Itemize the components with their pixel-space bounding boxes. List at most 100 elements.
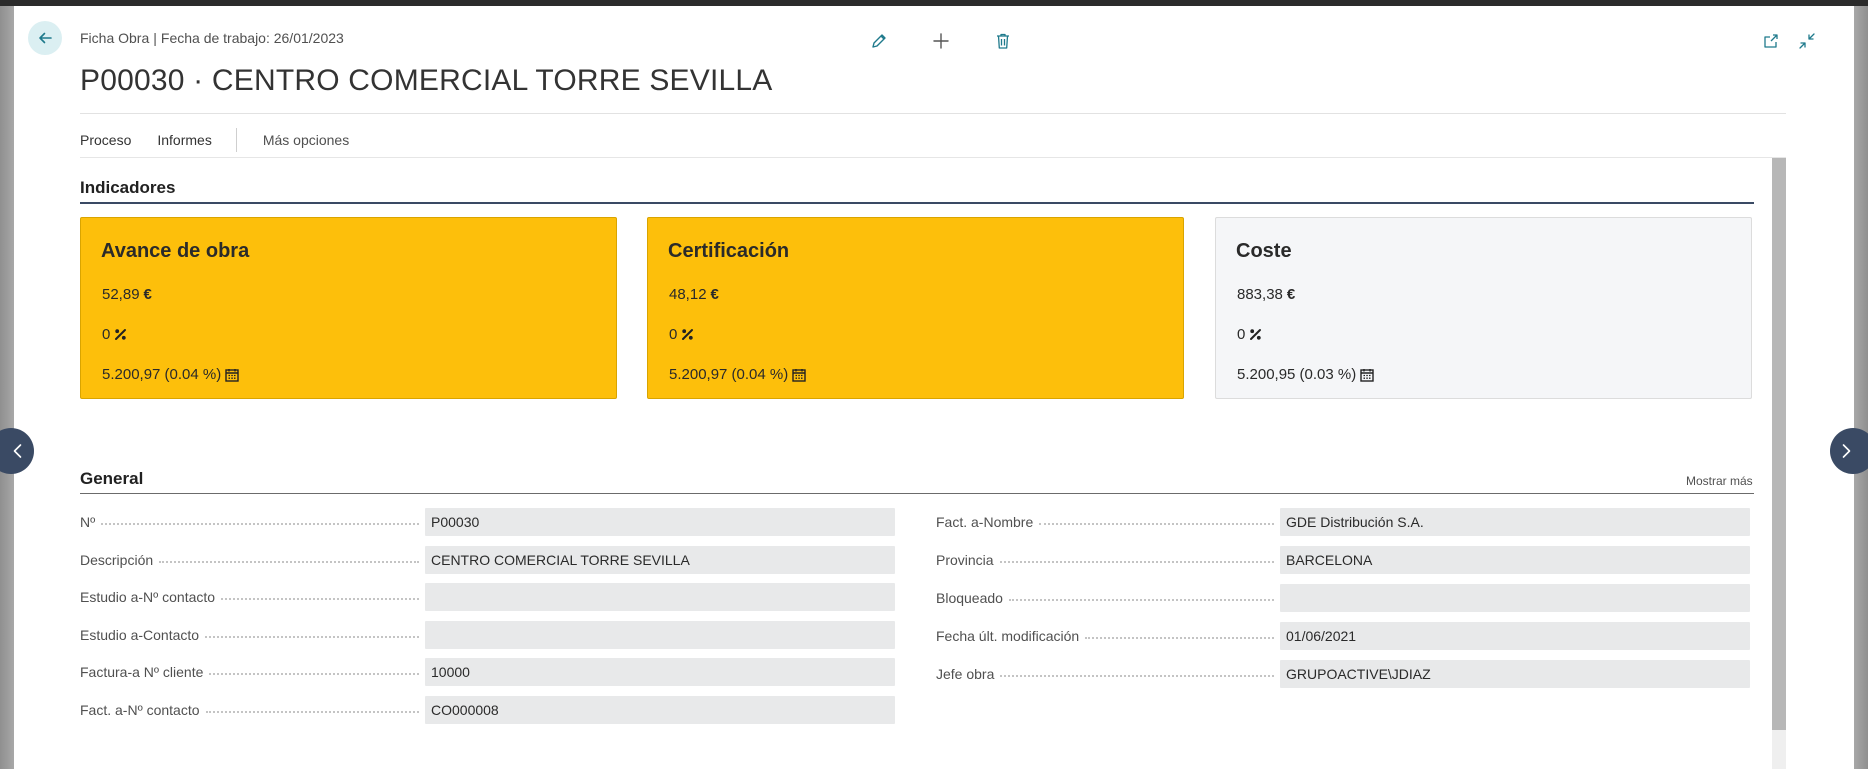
field-value[interactable]: [425, 621, 895, 649]
menu-more-options[interactable]: Más opciones: [263, 132, 349, 148]
trash-icon: [997, 33, 1009, 49]
field-fact-no-contacto: Fact. a-Nº contacto CO000008: [80, 696, 895, 724]
backdrop-right: [1854, 6, 1868, 769]
delete-button[interactable]: [990, 28, 1016, 54]
field-value[interactable]: CO000008: [425, 696, 895, 724]
calendar-icon: [792, 368, 806, 382]
breadcrumb-work-date[interactable]: Fecha de trabajo: 26/01/2023: [161, 30, 344, 46]
field-value[interactable]: CENTRO COMERCIAL TORRE SEVILLA: [425, 546, 895, 574]
tile-percent-value: 0: [102, 326, 111, 343]
tile-total-value: 5.200,97 (0.04 %): [102, 366, 222, 383]
tile-amount[interactable]: 883,38 €: [1237, 286, 1295, 303]
calendar-icon: [225, 368, 239, 382]
field-label: Provincia: [936, 552, 1280, 568]
tile-total[interactable]: 5.200,95 (0.03 %): [1237, 366, 1374, 383]
euro-icon: €: [710, 286, 719, 303]
action-menubar: Proceso Informes Más opciones: [80, 126, 375, 154]
field-descripcion: Descripción CENTRO COMERCIAL TORRE SEVIL…: [80, 546, 895, 574]
percent-icon: [1250, 329, 1262, 340]
field-value[interactable]: 10000: [425, 658, 895, 686]
field-label: Bloqueado: [936, 590, 1280, 606]
field-label: Factura-a Nº cliente: [80, 664, 425, 680]
field-label-text: Provincia: [936, 552, 994, 568]
edit-button[interactable]: [866, 28, 892, 54]
field-label-text: Estudio a-Nº contacto: [80, 589, 216, 605]
euro-icon: €: [143, 286, 152, 303]
indicators-section-title[interactable]: Indicadores: [80, 178, 175, 198]
tile-title: Certificación: [668, 240, 790, 262]
plus-icon: [933, 33, 949, 49]
tile-total-value: 5.200,95 (0.03 %): [1237, 366, 1357, 383]
field-label-text: Fact. a-Nombre: [936, 514, 1034, 530]
arrow-left-icon: [39, 32, 52, 44]
field-label: Estudio a-Nº contacto: [80, 589, 425, 605]
collapse-button[interactable]: [1796, 30, 1818, 52]
tile-percent[interactable]: 0: [669, 326, 694, 343]
field-label: Fecha últ. modificación: [936, 628, 1280, 644]
percent-icon: [682, 329, 694, 340]
pencil-icon: [872, 34, 886, 48]
card-page: Ficha Obra | Fecha de trabajo: 26/01/2023: [14, 6, 1854, 769]
indicators-section-rule: [80, 202, 1754, 204]
general-section-rule: [80, 493, 1754, 494]
record-actions: [866, 28, 1016, 54]
field-value[interactable]: 01/06/2021: [1280, 622, 1750, 650]
back-button[interactable]: [28, 21, 62, 55]
tile-percent-value: 0: [669, 326, 678, 343]
field-label-text: Bloqueado: [936, 590, 1003, 606]
next-record-button[interactable]: [1830, 428, 1868, 474]
label-leader: [1039, 523, 1274, 525]
menubar-divider-line: [80, 157, 1786, 158]
tile-amount-value: 52,89: [102, 286, 140, 303]
field-estudio-no-contacto: Estudio a-Nº contacto: [80, 583, 895, 611]
chevron-left-icon: [13, 444, 22, 458]
field-value[interactable]: [425, 583, 895, 611]
menu-informes[interactable]: Informes: [157, 132, 211, 148]
label-leader: [1008, 599, 1274, 601]
field-bloqueado: Bloqueado: [936, 584, 1750, 612]
breadcrumb-page-type: Ficha Obra: [80, 30, 150, 46]
tile-percent[interactable]: 0: [102, 326, 127, 343]
show-more-link[interactable]: Mostrar más: [1686, 474, 1753, 488]
chevron-right-icon: [1842, 444, 1851, 458]
field-value[interactable]: GDE Distribución S.A.: [1280, 508, 1750, 536]
field-label: Fact. a-Nº contacto: [80, 702, 425, 718]
percent-icon: [115, 329, 127, 340]
tile-coste[interactable]: Coste 883,38 € 0 5.200,95 (0.03 %): [1215, 217, 1752, 399]
title-divider: [80, 113, 1786, 114]
new-button[interactable]: [928, 28, 954, 54]
field-value[interactable]: BARCELONA: [1280, 546, 1750, 574]
field-label-text: Fecha últ. modificación: [936, 628, 1080, 644]
field-factura-no-cliente: Factura-a Nº cliente 10000: [80, 658, 895, 686]
tile-total[interactable]: 5.200,97 (0.04 %): [102, 366, 239, 383]
general-section-title[interactable]: General: [80, 469, 143, 489]
menubar-divider: [235, 128, 237, 152]
tile-total[interactable]: 5.200,97 (0.04 %): [669, 366, 806, 383]
label-leader: [205, 636, 419, 638]
scrollbar-thumb[interactable]: [1772, 158, 1786, 730]
field-value[interactable]: GRUPOACTIVE\JDIAZ: [1280, 660, 1750, 688]
menu-proceso[interactable]: Proceso: [80, 132, 131, 148]
tile-avance-de-obra[interactable]: Avance de obra 52,89 € 0 5.200,97 (0.04 …: [80, 217, 617, 399]
label-leader: [209, 673, 419, 675]
window-actions: [1760, 30, 1818, 52]
tile-percent[interactable]: 0: [1237, 326, 1262, 343]
euro-icon: €: [1286, 286, 1296, 303]
tile-amount[interactable]: 48,12 €: [669, 286, 719, 303]
field-label: Fact. a-Nombre: [936, 514, 1280, 530]
open-in-new-window-icon: [1764, 34, 1778, 48]
open-new-window-button[interactable]: [1760, 30, 1782, 52]
breadcrumb-separator: |: [153, 30, 157, 46]
tile-certificacion[interactable]: Certificación 48,12 € 0 5.200,97 (0.04 %…: [647, 217, 1184, 399]
label-leader: [159, 561, 419, 563]
tile-amount[interactable]: 52,89 €: [102, 286, 152, 303]
field-fecha-ult-modificacion: Fecha últ. modificación 01/06/2021: [936, 622, 1750, 650]
field-value[interactable]: P00030: [425, 508, 895, 536]
calendar-icon: [1360, 368, 1374, 382]
field-value[interactable]: [1280, 584, 1750, 612]
label-leader: [221, 598, 419, 600]
label-leader: [205, 711, 419, 713]
label-leader: [999, 561, 1274, 563]
tile-total-value: 5.200,97 (0.04 %): [669, 366, 789, 383]
tile-title: Avance de obra: [101, 240, 250, 262]
